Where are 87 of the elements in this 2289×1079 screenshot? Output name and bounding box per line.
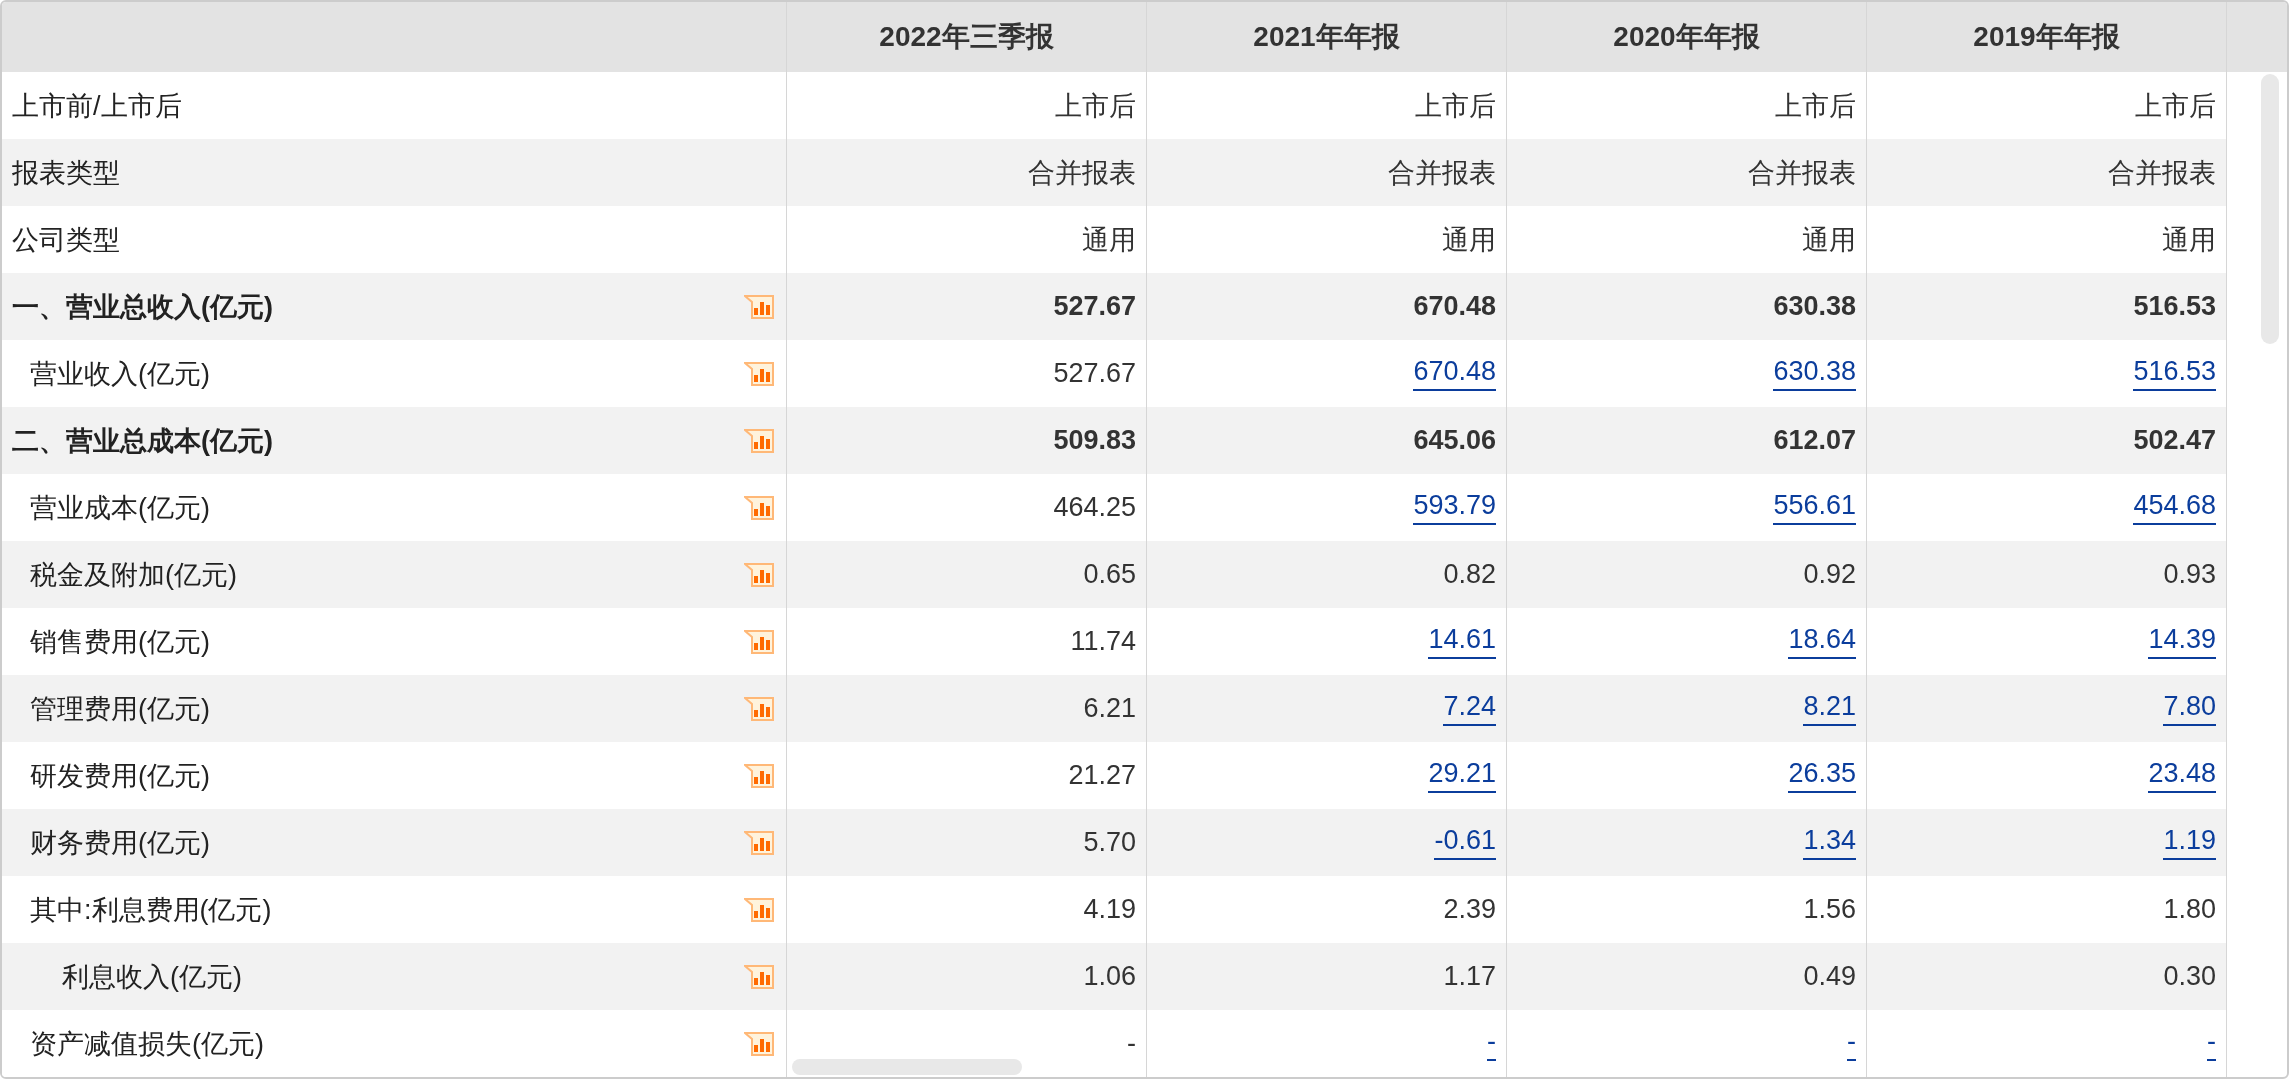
table-cell: 0.30: [2163, 961, 2216, 992]
table-cell-text: 合并报表: [1028, 156, 1136, 190]
table-cell: 0.49: [1803, 961, 1856, 992]
row-label: 二、营业总成本(亿元): [12, 424, 273, 458]
row-label: 资产减值损失(亿元): [30, 1027, 264, 1061]
bar-chart-icon[interactable]: [744, 897, 774, 922]
value-link[interactable]: 14.39: [2148, 624, 2216, 659]
row-label: 其中:利息费用(亿元): [30, 893, 272, 927]
value-link[interactable]: 23.48: [2148, 758, 2216, 793]
table-cell: 1.06: [1083, 961, 1136, 992]
row-label: 管理费用(亿元): [30, 692, 210, 726]
value-link[interactable]: 593.79: [1413, 490, 1496, 525]
value-link[interactable]: 26.35: [1788, 758, 1856, 793]
table-cell: 612.07: [1773, 425, 1856, 456]
bar-chart-icon[interactable]: [744, 495, 774, 520]
row-label: 一、营业总收入(亿元): [12, 290, 273, 324]
value-link[interactable]: 454.68: [2133, 490, 2216, 525]
bar-chart-icon[interactable]: [744, 1031, 774, 1056]
table-cell: 0.82: [1443, 559, 1496, 590]
table-cell: -: [1127, 1028, 1136, 1059]
value-link[interactable]: 630.38: [1773, 356, 1856, 391]
bar-chart-icon[interactable]: [744, 361, 774, 386]
value-link[interactable]: 1.34: [1803, 825, 1856, 860]
value-link[interactable]: 18.64: [1788, 624, 1856, 659]
table-cell-text: 通用: [1442, 223, 1496, 257]
bar-chart-icon[interactable]: [744, 830, 774, 855]
table-cell: 516.53: [2133, 291, 2216, 322]
table-cell-text: 上市后: [2135, 89, 2216, 123]
bar-chart-icon[interactable]: [744, 562, 774, 587]
row-label: 营业成本(亿元): [30, 491, 210, 525]
table-cell-text: 合并报表: [1748, 156, 1856, 190]
table-cell-text: 通用: [2162, 223, 2216, 257]
bar-chart-icon[interactable]: [744, 763, 774, 788]
table-cell: 464.25: [1053, 492, 1136, 523]
table-cell-text: 上市后: [1415, 89, 1496, 123]
value-link[interactable]: -0.61: [1434, 825, 1496, 860]
table-cell: 645.06: [1413, 425, 1496, 456]
table-cell-text: 合并报表: [2108, 156, 2216, 190]
table-cell-text: 合并报表: [1388, 156, 1496, 190]
row-label: 销售费用(亿元): [30, 625, 210, 659]
bar-chart-icon[interactable]: [744, 696, 774, 721]
row-label: 公司类型: [12, 223, 120, 257]
row-label: 利息收入(亿元): [62, 960, 242, 994]
table-cell: 527.67: [1053, 291, 1136, 322]
table-cell: 527.67: [1053, 358, 1136, 389]
table-cell-text: 上市后: [1055, 89, 1136, 123]
table-cell: 5.70: [1083, 827, 1136, 858]
table-cell: 11.74: [1070, 626, 1136, 657]
table-cell: 0.65: [1083, 559, 1136, 590]
table-cell: 2.39: [1443, 894, 1496, 925]
table-cell: 4.19: [1083, 894, 1136, 925]
value-link[interactable]: 8.21: [1803, 691, 1856, 726]
value-link[interactable]: 1.19: [2163, 825, 2216, 860]
table-cell: 502.47: [2133, 425, 2216, 456]
table-cell-text: 上市后: [1775, 89, 1856, 123]
value-link[interactable]: 670.48: [1413, 356, 1496, 391]
row-label: 税金及附加(亿元): [30, 558, 237, 592]
value-link[interactable]: -: [1847, 1026, 1856, 1061]
table-cell: 6.21: [1083, 693, 1136, 724]
table-cell-text: 通用: [1082, 223, 1136, 257]
value-link[interactable]: 556.61: [1773, 490, 1856, 525]
table-cell-text: 通用: [1802, 223, 1856, 257]
table-cell: 630.38: [1773, 291, 1856, 322]
table-cell: 1.80: [2163, 894, 2216, 925]
value-link[interactable]: 516.53: [2133, 356, 2216, 391]
value-link[interactable]: 29.21: [1428, 758, 1496, 793]
value-link[interactable]: -: [1487, 1026, 1496, 1061]
bar-chart-icon[interactable]: [744, 428, 774, 453]
table-cell: 0.92: [1803, 559, 1856, 590]
table-cell: 21.27: [1068, 760, 1136, 791]
value-link[interactable]: 14.61: [1428, 624, 1496, 659]
bar-chart-icon[interactable]: [744, 294, 774, 319]
row-label: 财务费用(亿元): [30, 826, 210, 860]
value-link[interactable]: 7.80: [2163, 691, 2216, 726]
table-cell: 1.56: [1803, 894, 1856, 925]
table-cell: 1.17: [1443, 961, 1496, 992]
bar-chart-icon[interactable]: [744, 964, 774, 989]
value-link[interactable]: -: [2207, 1026, 2216, 1061]
row-label: 研发费用(亿元): [30, 759, 210, 793]
value-link[interactable]: 7.24: [1443, 691, 1496, 726]
bar-chart-icon[interactable]: [744, 629, 774, 654]
table-cell: 670.48: [1413, 291, 1496, 322]
row-label: 报表类型: [12, 156, 120, 190]
table-cell: 0.93: [2163, 559, 2216, 590]
row-label: 营业收入(亿元): [30, 357, 210, 391]
table-cell: 509.83: [1053, 425, 1136, 456]
row-label: 上市前/上市后: [12, 89, 182, 123]
